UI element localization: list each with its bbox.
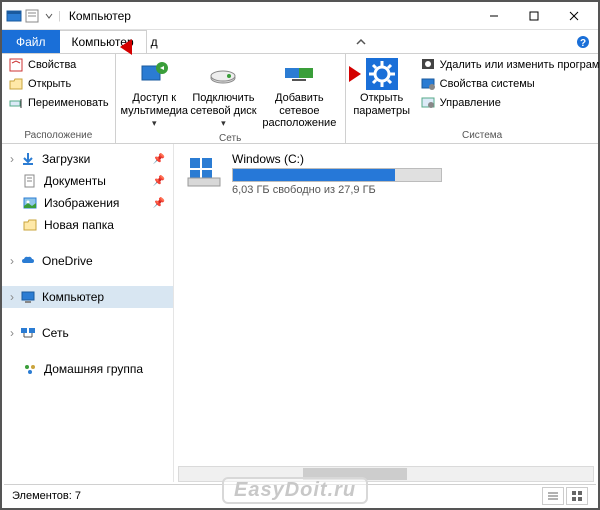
add-network-location-label: Добавить сетевое расположение: [258, 92, 341, 130]
uninstall-program-button[interactable]: Удалить или изменить программу: [418, 56, 600, 74]
sidebar-label: Изображения: [44, 196, 119, 210]
system-properties-button[interactable]: Свойства системы: [418, 75, 600, 93]
pin-icon: 📌: [153, 154, 165, 165]
quick-access-toolbar: |: [24, 8, 61, 24]
media-access-button[interactable]: Доступ к мультимедиа ▾: [120, 56, 189, 131]
open-label: Открыть: [28, 78, 71, 90]
uninstall-label: Удалить или изменить программу: [440, 59, 600, 71]
chevron-right-icon: ›: [10, 254, 14, 268]
qat-dropdown-icon[interactable]: [44, 8, 54, 24]
rename-label: Переименовать: [28, 97, 109, 109]
annotation-arrow-left: [120, 35, 156, 59]
sidebar-label: Сеть: [42, 326, 69, 340]
open-settings-label: Открыть параметры: [350, 92, 414, 117]
media-access-icon: [138, 58, 170, 90]
chevron-right-icon: ›: [10, 326, 14, 340]
collapse-ribbon-icon[interactable]: [355, 30, 367, 53]
add-network-location-icon: [283, 58, 315, 90]
sidebar-label: Загрузки: [42, 152, 90, 166]
folder-icon: [22, 217, 38, 233]
svg-text:?: ?: [580, 38, 586, 49]
sidebar-label: Документы: [44, 174, 106, 188]
ribbon-group-location: Свойства Открыть Переименовать Расположе…: [2, 54, 116, 143]
properties-button[interactable]: Свойства: [6, 56, 111, 74]
annotation-arrow-right: [325, 62, 361, 86]
ribbon: Свойства Открыть Переименовать Расположе…: [2, 54, 598, 144]
documents-icon: [22, 173, 38, 189]
open-icon: [8, 76, 24, 92]
sidebar-item-downloads[interactable]: › Загрузки 📌: [2, 148, 173, 170]
main-pane: Windows (C:) 6,03 ГБ свободно из 27,9 ГБ: [174, 144, 598, 482]
drive-usage-bar: [232, 168, 442, 182]
group-location-label: Расположение: [6, 129, 111, 142]
chevron-right-icon: ›: [10, 152, 14, 166]
drive-item[interactable]: Windows (C:) 6,03 ГБ свободно из 27,9 ГБ: [186, 152, 586, 196]
drive-free-text: 6,03 ГБ свободно из 27,9 ГБ: [232, 184, 442, 196]
app-icon: [6, 8, 22, 24]
ribbon-group-system: Открыть параметры Удалить или изменить п…: [346, 54, 600, 143]
sidebar-item-pictures[interactable]: Изображения 📌: [2, 192, 173, 214]
help-icon[interactable]: ?: [568, 30, 598, 53]
rename-button[interactable]: Переименовать: [6, 94, 111, 112]
manage-button[interactable]: Управление: [418, 94, 600, 112]
view-details-button[interactable]: [542, 487, 564, 505]
chevron-right-icon: ›: [10, 290, 14, 304]
homegroup-icon: [22, 361, 38, 377]
open-button[interactable]: Открыть: [6, 75, 111, 93]
close-button[interactable]: [554, 2, 594, 30]
titlebar: | Компьютер: [2, 2, 598, 30]
map-drive-label: Подключить сетевой диск: [189, 92, 258, 117]
network-icon: [20, 325, 36, 341]
window-title: Компьютер: [69, 9, 131, 23]
sidebar-item-computer[interactable]: › Компьютер: [2, 286, 173, 308]
ribbon-tabs: Файл Компьютер д ?: [2, 30, 598, 54]
pin-icon: 📌: [153, 198, 165, 209]
sidebar-item-onedrive[interactable]: › OneDrive: [2, 250, 173, 272]
sidebar-label: Новая папка: [44, 218, 114, 232]
ribbon-group-network: Доступ к мультимедиа ▾ Подключить сетево…: [116, 54, 346, 143]
system-properties-label: Свойства системы: [440, 78, 535, 90]
group-system-label: Система: [350, 129, 600, 142]
item-count: Элементов: 7: [12, 490, 81, 502]
watermark: EasyDoit.ru: [222, 477, 368, 504]
drive-name: Windows (C:): [232, 152, 442, 166]
group-network-label: Сеть: [120, 132, 341, 145]
media-access-label: Доступ к мультимедиа: [120, 92, 189, 117]
view-icons-button[interactable]: [566, 487, 588, 505]
properties-label: Свойства: [28, 59, 76, 71]
gear-icon: [366, 58, 398, 90]
properties-icon: [8, 57, 24, 73]
qat-properties-icon[interactable]: [24, 8, 40, 24]
pin-icon: 📌: [153, 176, 165, 187]
content-area: › Загрузки 📌 Документы 📌 Изображения 📌 Н…: [2, 144, 598, 482]
sidebar-item-new-folder[interactable]: Новая папка: [2, 214, 173, 236]
manage-label: Управление: [440, 97, 501, 109]
onedrive-icon: [20, 253, 36, 269]
drive-usage-fill: [233, 169, 395, 181]
maximize-button[interactable]: [514, 2, 554, 30]
navigation-sidebar: › Загрузки 📌 Документы 📌 Изображения 📌 Н…: [2, 144, 174, 482]
system-properties-icon: [420, 76, 436, 92]
rename-icon: [8, 95, 24, 111]
minimize-button[interactable]: [474, 2, 514, 30]
sidebar-item-network[interactable]: › Сеть: [2, 322, 173, 344]
downloads-icon: [20, 151, 36, 167]
map-drive-icon: [207, 58, 239, 90]
manage-icon: [420, 95, 436, 111]
tab-file[interactable]: Файл: [2, 30, 60, 53]
map-drive-button[interactable]: Подключить сетевой диск ▾: [189, 56, 258, 131]
sidebar-item-documents[interactable]: Документы 📌: [2, 170, 173, 192]
sidebar-label: Компьютер: [42, 290, 104, 304]
computer-icon: [20, 289, 36, 305]
sidebar-item-homegroup[interactable]: Домашняя группа: [2, 358, 173, 380]
sidebar-label: OneDrive: [42, 254, 93, 268]
uninstall-icon: [420, 57, 436, 73]
sidebar-label: Домашняя группа: [44, 362, 143, 376]
pictures-icon: [22, 195, 38, 211]
drive-icon: [186, 152, 222, 188]
